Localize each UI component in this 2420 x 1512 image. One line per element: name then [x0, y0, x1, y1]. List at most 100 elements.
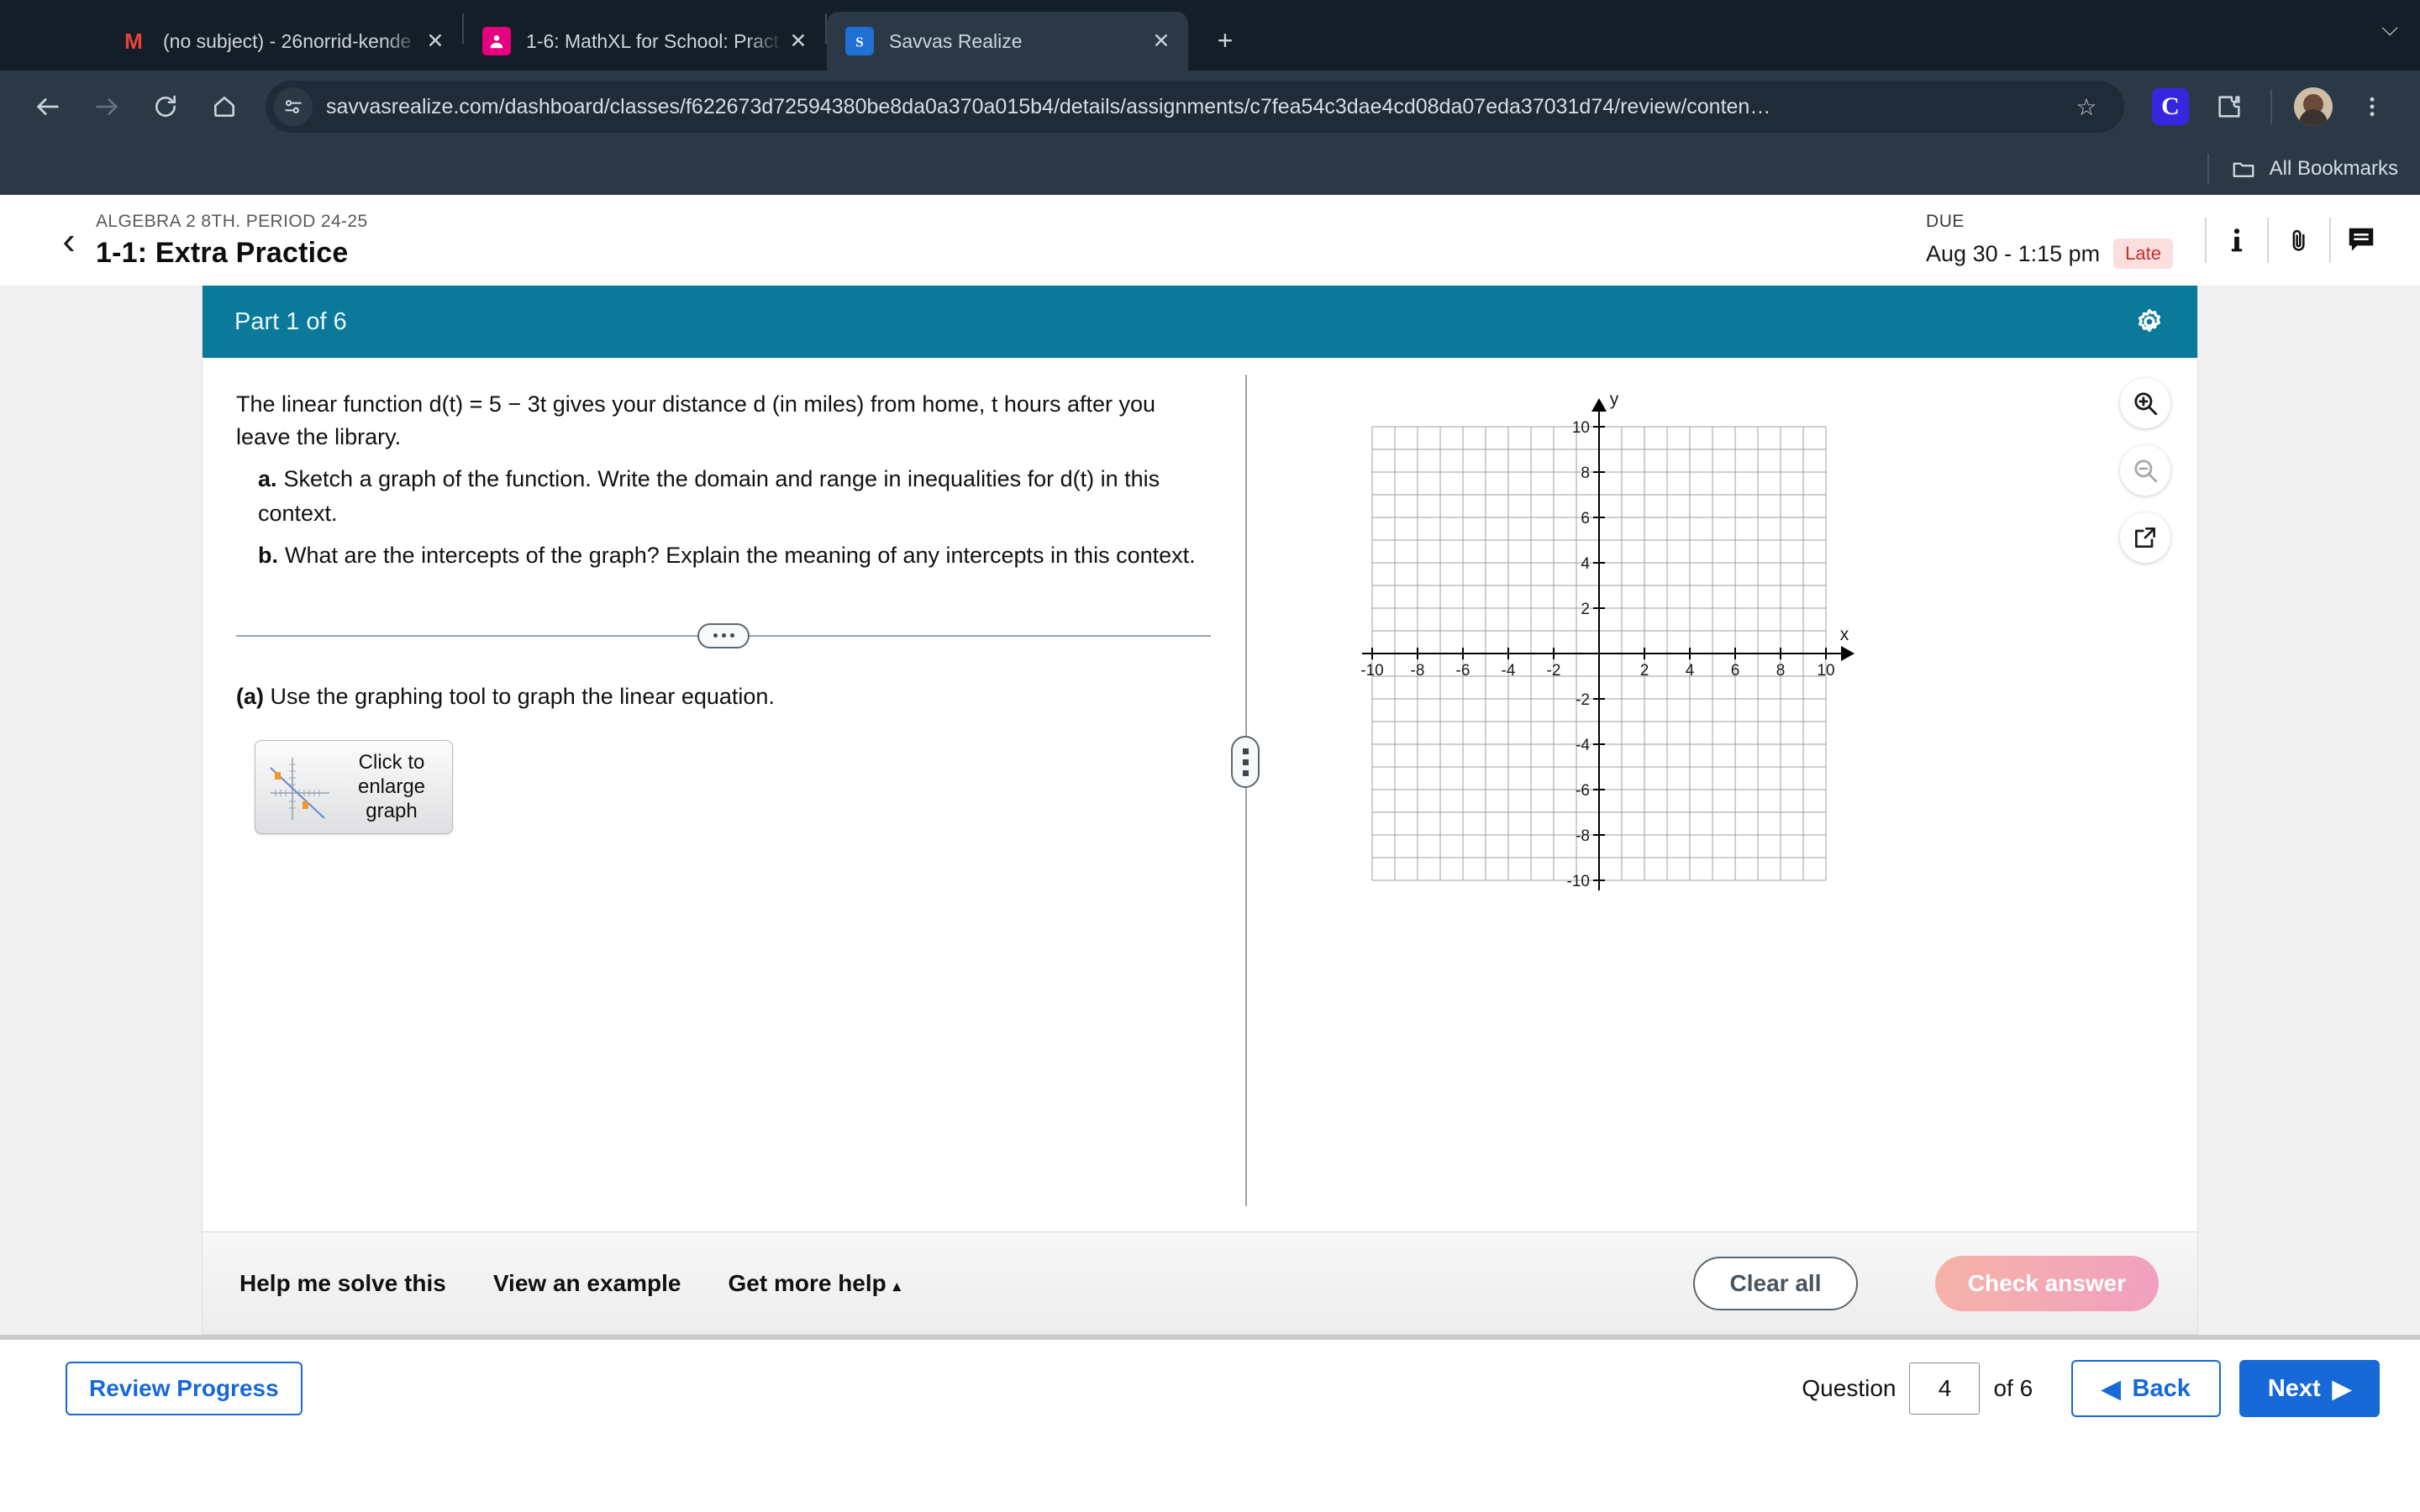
due-date: Aug 30 - 1:15 pm	[1926, 240, 2101, 266]
extension-c-icon[interactable]: C	[2144, 81, 2196, 133]
y-tick-label: 4	[1581, 555, 1590, 573]
question-label: Question	[1802, 1375, 1897, 1401]
part-a-text: Use the graphing tool to graph the linea…	[270, 683, 775, 709]
bookmark-star-icon[interactable]: ☆	[2067, 93, 2106, 121]
y-axis-label: y	[1610, 393, 1619, 409]
reload-icon[interactable]	[139, 81, 192, 133]
x-tick-label: -8	[1411, 662, 1425, 680]
x-tick-label: -10	[1360, 662, 1383, 680]
due-block: DUE Aug 30 - 1:15 pm Late	[1926, 212, 2173, 269]
enlarge-graph-label: Click to enlarge graph	[357, 750, 426, 823]
part-label: Part 1 of 6	[234, 307, 347, 335]
y-tick-label: 6	[1581, 510, 1590, 528]
course-name: ALGEBRA 2 8TH. PERIOD 24-25	[96, 211, 368, 231]
address-bar[interactable]: savvasrealize.com/dashboard/classes/f622…	[266, 81, 2124, 133]
open-in-new-icon[interactable]	[2120, 512, 2170, 563]
tab-title: (no subject) - 26norrid-kende	[163, 29, 412, 52]
check-answer-button[interactable]: Check answer	[1935, 1255, 2159, 1311]
question-stem: The linear function d(t) = 5 − 3t gives …	[236, 391, 1156, 450]
browser-tab-gmail[interactable]: M (no subject) - 26norrid-kende ✕	[101, 12, 462, 71]
zoom-out-icon[interactable]	[2120, 445, 2170, 496]
y-tick-label: 10	[1572, 419, 1590, 437]
forward-icon[interactable]	[81, 81, 133, 133]
part-bar: Part 1 of 6	[203, 286, 2197, 358]
graph-toolbar	[2120, 378, 2170, 563]
svg-text:S: S	[855, 34, 864, 50]
assignment-header: ‹ ALGEBRA 2 8TH. PERIOD 24-25 1-1: Extra…	[0, 195, 2420, 286]
x-tick-label: 6	[1731, 662, 1740, 680]
coordinate-graph[interactable]: -10 -8 -6 -4 -2 2 4 6 8 10 10 8 6 4 2 -2 -4 -6 -8 -10 x y	[1339, 390, 2197, 918]
sub-question-a-label: a.	[258, 466, 277, 492]
gear-icon[interactable]	[2125, 297, 2174, 346]
browser-toolbar: savvasrealize.com/dashboard/classes/f622…	[0, 71, 2420, 143]
mini-graph-icon	[264, 749, 339, 825]
attachment-icon[interactable]	[2269, 215, 2329, 265]
x-axis-label: x	[1840, 625, 1849, 644]
chevron-down-icon[interactable]: ⌵	[2381, 15, 2398, 42]
next-button-label: Next	[2267, 1374, 2321, 1402]
header-titles: ALGEBRA 2 8TH. PERIOD 24-25 1-1: Extra P…	[96, 212, 1926, 270]
browser-chrome: M (no subject) - 26norrid-kende ✕ 1-6: M…	[0, 0, 2420, 195]
sub-question-b: b. What are the intercepts of the graph? …	[236, 538, 1211, 573]
extensions-puzzle-icon[interactable]	[2203, 81, 2255, 133]
back-icon[interactable]	[22, 81, 74, 133]
part-a-prompt: (a) Use the graphing tool to graph the l…	[236, 684, 1211, 710]
y-tick-label: 2	[1581, 601, 1590, 618]
sub-question-a: a. Sketch a graph of the function. Write …	[236, 462, 1211, 530]
exercise-footer: Help me solve this View an example Get m…	[203, 1231, 2197, 1334]
x-tick-label: 10	[1817, 662, 1834, 680]
all-bookmarks-label: All Bookmarks	[2269, 157, 2398, 180]
graph-column: -10 -8 -6 -4 -2 2 4 6 8 10 10 8 6 4 2 -2 -4 -6 -8 -10 x y	[1248, 358, 2197, 1231]
exercise-panel: Part 1 of 6 The linear function d(t) = 5…	[202, 286, 2198, 1335]
back-button[interactable]: ◀ Back	[2071, 1360, 2221, 1417]
sub-question-b-label: b.	[258, 543, 278, 569]
info-icon[interactable]	[2207, 215, 2267, 265]
caret-left-icon: ◀	[2102, 1375, 2121, 1403]
question-column: The linear function d(t) = 5 − 3t gives …	[203, 358, 1244, 1231]
y-tick-label: 8	[1581, 465, 1590, 482]
question-navigator: Question of 6	[1802, 1362, 2033, 1415]
avatar[interactable]	[2287, 81, 2339, 133]
help-me-solve-this-button[interactable]: Help me solve this	[239, 1270, 446, 1297]
tab-close-icon[interactable]: ✕	[1146, 30, 1176, 52]
url-text: savvasrealize.com/dashboard/classes/f622…	[326, 94, 1771, 118]
tab-title: 1-6: MathXL for School: Pract	[526, 29, 779, 52]
all-bookmarks-button[interactable]: All Bookmarks	[2231, 156, 2398, 181]
next-button[interactable]: Next ▶	[2238, 1360, 2380, 1417]
due-label: DUE	[1926, 212, 1965, 231]
tab-close-icon[interactable]: ✕	[420, 30, 450, 52]
mathxl-icon	[482, 27, 511, 55]
zoom-in-icon[interactable]	[2120, 378, 2170, 428]
home-icon[interactable]	[198, 81, 250, 133]
get-more-help-label: Get more help	[728, 1269, 886, 1296]
y-tick-label: -2	[1576, 691, 1590, 709]
y-tick-label: -6	[1576, 782, 1590, 800]
browser-tab-mathxl[interactable]: 1-6: MathXL for School: Pract ✕	[464, 12, 825, 71]
y-tick-label: -10	[1567, 873, 1590, 890]
new-tab-button[interactable]: +	[1202, 17, 1249, 64]
view-an-example-button[interactable]: View an example	[493, 1270, 681, 1297]
sub-question-b-text: What are the intercepts of the graph? Ex…	[285, 543, 1196, 569]
tab-close-icon[interactable]: ✕	[783, 30, 813, 52]
tab-strip: M (no subject) - 26norrid-kende ✕ 1-6: M…	[0, 0, 2420, 71]
site-settings-icon[interactable]	[274, 87, 313, 126]
savvas-icon: S	[845, 27, 874, 55]
enlarge-graph-button[interactable]: Click to enlarge graph	[255, 739, 453, 834]
clear-all-button[interactable]: Clear all	[1693, 1256, 1858, 1310]
x-tick-label: 8	[1776, 662, 1786, 680]
back-chevron-icon[interactable]: ‹	[42, 221, 96, 260]
divider-handle-icon[interactable]	[697, 622, 750, 648]
x-tick-label: 2	[1640, 662, 1649, 680]
x-tick-label: -6	[1456, 662, 1470, 680]
savvas-app: ‹ ALGEBRA 2 8TH. PERIOD 24-25 1-1: Extra…	[0, 195, 2420, 1335]
exercise-stage: Part 1 of 6 The linear function d(t) = 5…	[0, 286, 2420, 1335]
splitter-line	[1245, 375, 1247, 1206]
browser-menu-icon[interactable]	[2346, 81, 2398, 133]
review-progress-button[interactable]: Review Progress	[66, 1362, 302, 1415]
get-more-help-button[interactable]: Get more help ▴	[728, 1270, 900, 1297]
comments-icon[interactable]	[2331, 215, 2391, 265]
graph-svg[interactable]: -10 -8 -6 -4 -2 2 4 6 8 10 10 8 6 4 2 -2 -4 -6 -8 -10 x y	[1339, 390, 1860, 914]
question-number-input[interactable]	[1909, 1362, 1981, 1415]
part-a-label: (a)	[236, 683, 264, 709]
browser-tab-savvas[interactable]: S Savvas Realize ✕	[827, 12, 1188, 71]
